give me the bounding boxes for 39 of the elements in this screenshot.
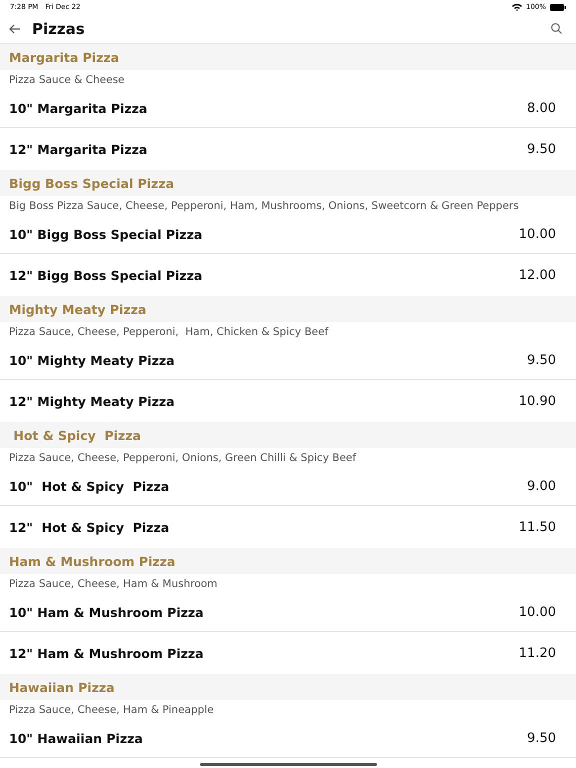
item-name[interactable]: 12" Margarita Pizza bbox=[9, 142, 148, 156]
battery-icon bbox=[550, 4, 566, 10]
section-title: Hot & Spicy Pizza bbox=[12, 428, 141, 442]
item-name[interactable]: 10" Hot & Spicy Pizza bbox=[9, 479, 170, 494]
section-title: Ham & Mushroom Pizza bbox=[9, 554, 176, 568]
item-price: 8.00 bbox=[527, 101, 556, 116]
item-price: 9.50 bbox=[527, 731, 556, 746]
wifi-icon bbox=[512, 3, 522, 11]
item-name[interactable]: 10" Margarita Pizza bbox=[9, 101, 148, 116]
item-price: 12.00 bbox=[518, 268, 556, 282]
section-title: Margarita Pizza bbox=[9, 50, 120, 64]
item-name[interactable]: 12" Mighty Meaty Pizza bbox=[9, 394, 175, 408]
item-name[interactable]: 12" Ham & Mushroom Pizza bbox=[9, 646, 204, 660]
item-name[interactable]: 10" Mighty Meaty Pizza bbox=[9, 353, 175, 368]
back-arrow-icon[interactable] bbox=[9, 24, 21, 34]
item-price: 10.90 bbox=[518, 394, 556, 408]
section-title: Hawaiian Pizza bbox=[9, 680, 115, 694]
item-name[interactable]: 10" Bigg Boss Special Pizza bbox=[9, 227, 202, 242]
item-price: 9.00 bbox=[527, 479, 556, 494]
section-title: Mighty Meaty Pizza bbox=[9, 302, 146, 316]
page-title: Pizzas bbox=[32, 20, 85, 38]
section-description: Big Boss Pizza Sauce, Cheese, Pepperoni, Ham, Mushrooms, Onions, Sweetcorn & Green Peppers bbox=[8, 199, 520, 214]
item-price: 9.50 bbox=[527, 142, 556, 156]
item-price: 9.50 bbox=[527, 353, 556, 368]
section-title: Bigg Boss Special Pizza bbox=[9, 176, 174, 190]
item-name[interactable]: 12" Bigg Boss Special Pizza bbox=[9, 268, 202, 282]
item-price: 11.50 bbox=[518, 520, 556, 534]
section-description: Pizza Sauce, Cheese, Pepperoni, Ham, Chicken & Spicy Beef bbox=[8, 325, 330, 340]
item-name[interactable]: 12" Hot & Spicy Pizza bbox=[9, 520, 170, 534]
item-name[interactable]: 10" Ham & Mushroom Pizza bbox=[9, 605, 204, 620]
item-name[interactable]: 10" Hawaiian Pizza bbox=[9, 731, 143, 746]
section-description: Pizza Sauce, Cheese, Pepperoni, Onions, Green Chilli & Spicy Beef bbox=[8, 451, 358, 466]
item-price: 10.00 bbox=[518, 227, 556, 242]
section-description: Pizza Sauce, Cheese, Ham & Mushroom bbox=[8, 577, 218, 592]
item-price: 11.20 bbox=[518, 646, 556, 660]
item-price: 10.00 bbox=[518, 605, 556, 620]
section-description: Pizza Sauce, Cheese, Ham & Pineapple bbox=[8, 703, 215, 718]
section-description: Pizza Sauce & Cheese bbox=[8, 73, 126, 88]
search-icon[interactable] bbox=[551, 23, 562, 34]
